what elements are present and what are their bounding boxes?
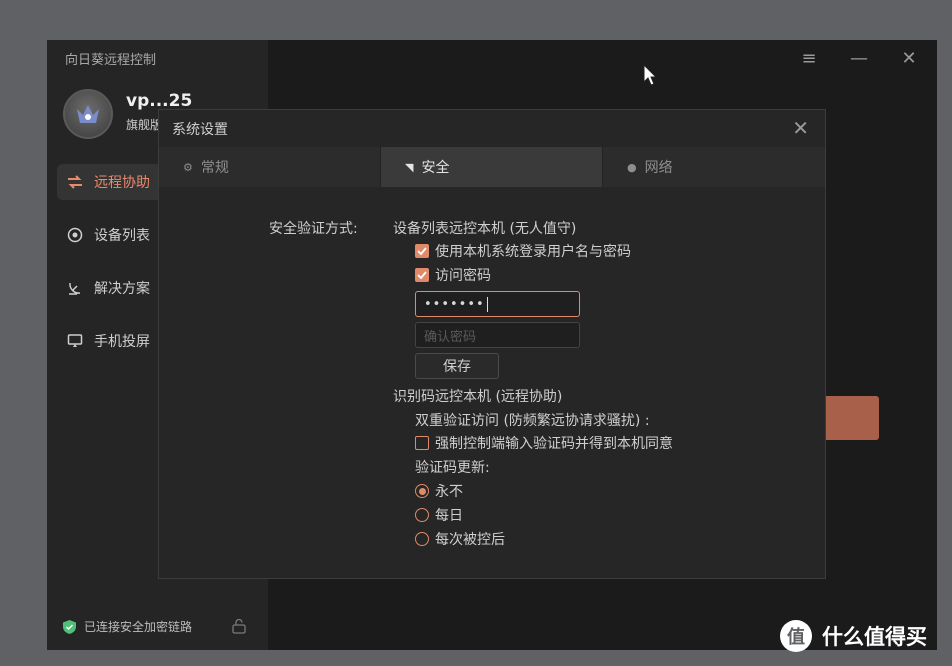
globe-icon: ● bbox=[627, 160, 637, 174]
sidebar-item-label: 手机投屏 bbox=[94, 334, 150, 350]
dialog-title: 系统设置 bbox=[172, 122, 228, 138]
swap-arrows-icon bbox=[66, 173, 84, 191]
screen-cast-icon bbox=[66, 332, 84, 350]
crown-icon bbox=[77, 105, 99, 123]
mouse-cursor-icon bbox=[643, 64, 657, 86]
section-remote-assist-title: 识别码远控本机 (远程协助) bbox=[393, 389, 563, 405]
tab-label: 常规 bbox=[200, 160, 229, 176]
dialog-close-icon[interactable]: ✕ bbox=[792, 116, 809, 140]
security-method-label: 安全验证方式: bbox=[269, 221, 358, 237]
sidebar-item-label: 解决方案 bbox=[94, 281, 150, 297]
section-unattended-title: 设备列表远控本机 (无人值守) bbox=[393, 221, 577, 237]
smzdm-logo-icon: 值 bbox=[780, 620, 812, 652]
refresh-after-control-label: 每次被控后 bbox=[435, 532, 505, 548]
code-refresh-label: 验证码更新: bbox=[415, 460, 490, 476]
sidebar-item-label: 远程协助 bbox=[94, 175, 150, 191]
watermark: 值 什么值得买 bbox=[780, 620, 927, 652]
refresh-after-control-radio[interactable] bbox=[415, 532, 429, 546]
force-code-checkbox[interactable] bbox=[415, 436, 429, 450]
confirm-password-placeholder: 确认密码 bbox=[424, 329, 477, 345]
access-password-label: 访问密码 bbox=[435, 268, 491, 284]
tab-label: 网络 bbox=[644, 160, 673, 176]
password-input[interactable]: ••••••• bbox=[415, 291, 580, 317]
checkmark-icon bbox=[417, 271, 427, 279]
system-login-label: 使用本机系统登录用户名与密码 bbox=[435, 244, 631, 260]
window-controls: ≡ — ✕ bbox=[799, 48, 919, 69]
menu-icon[interactable]: ≡ bbox=[799, 48, 819, 69]
tab-label: 安全 bbox=[421, 160, 450, 176]
refresh-never-label: 永不 bbox=[435, 484, 463, 500]
minimize-icon[interactable]: — bbox=[849, 48, 869, 69]
close-icon[interactable]: ✕ bbox=[899, 48, 919, 69]
app-title: 向日葵远程控制 bbox=[65, 53, 157, 68]
user-name: vp...25 bbox=[126, 91, 193, 111]
tab-security[interactable]: ◥ 安全 bbox=[381, 147, 603, 187]
refresh-never-radio[interactable] bbox=[415, 484, 429, 498]
sidebar-item-label: 设备列表 bbox=[94, 228, 150, 244]
avatar[interactable] bbox=[63, 89, 113, 139]
gear-icon: ⚙ bbox=[183, 160, 193, 174]
shield-check-icon bbox=[63, 619, 76, 634]
user-tier: 旗舰版 bbox=[126, 118, 163, 132]
system-login-checkbox[interactable] bbox=[415, 244, 429, 258]
force-code-label: 强制控制端输入验证码并得到本机同意 bbox=[435, 436, 673, 452]
refresh-daily-label: 每日 bbox=[435, 508, 463, 524]
watermark-text: 什么值得买 bbox=[822, 625, 927, 649]
checkmark-icon bbox=[417, 247, 427, 255]
tab-network[interactable]: ● 网络 bbox=[603, 147, 825, 187]
access-password-checkbox[interactable] bbox=[415, 268, 429, 282]
satellite-icon bbox=[66, 279, 84, 297]
shield-icon: ◥ bbox=[405, 160, 414, 174]
device-list-icon bbox=[66, 226, 84, 244]
text-caret bbox=[486, 296, 488, 312]
two-factor-label: 双重验证访问 (防频繁远协请求骚扰) : bbox=[415, 413, 650, 429]
settings-tabs: ⚙ 常规 ◥ 安全 ● 网络 bbox=[159, 147, 825, 187]
status-text: 已连接安全加密链路 bbox=[84, 620, 193, 634]
password-value: ••••••• bbox=[424, 296, 485, 312]
confirm-password-input[interactable]: 确认密码 bbox=[415, 322, 580, 348]
save-button[interactable]: 保存 bbox=[415, 353, 499, 379]
settings-dialog: 系统设置 ✕ ⚙ 常规 ◥ 安全 ● 网络 安全验证方式: 设备列表远控本机 (… bbox=[158, 109, 826, 579]
lock-icon[interactable] bbox=[232, 618, 246, 634]
connection-status: 已连接安全加密链路 bbox=[63, 618, 192, 635]
refresh-daily-radio[interactable] bbox=[415, 508, 429, 522]
tab-general[interactable]: ⚙ 常规 bbox=[159, 147, 381, 187]
